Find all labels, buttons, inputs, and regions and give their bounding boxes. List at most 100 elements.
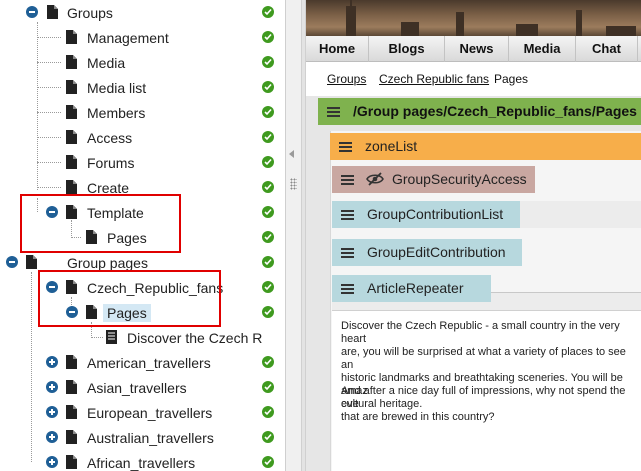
published-check-icon: [262, 306, 274, 318]
zone-list-bar[interactable]: zoneList: [330, 133, 641, 160]
article-repeater-content: Discover the Czech Republic - a small co…: [332, 292, 641, 471]
menu-icon[interactable]: [341, 175, 354, 185]
webpart-article-repeater[interactable]: ArticleRepeater: [332, 275, 491, 302]
published-check-icon: [262, 31, 274, 43]
collapse-toggle-icon[interactable]: [6, 256, 18, 268]
menu-icon[interactable]: [341, 248, 354, 258]
page-icon: [66, 430, 77, 444]
tree-item-discover-article[interactable]: Discover the Czech R: [0, 327, 285, 349]
menu-icon[interactable]: [327, 107, 340, 117]
nav-item-news[interactable]: News: [445, 36, 509, 62]
article-icon: [106, 330, 117, 344]
published-check-icon: [262, 81, 274, 93]
tree-item-media-list[interactable]: Media list: [0, 77, 285, 99]
nav-item-blogs[interactable]: Blogs: [369, 36, 445, 62]
tree-item-label: Members: [87, 105, 146, 121]
breadcrumb: Groups Czech Republic fans Pages: [306, 62, 641, 96]
expand-toggle-icon[interactable]: [46, 456, 58, 468]
menu-icon[interactable]: [341, 284, 354, 294]
expand-toggle-icon[interactable]: [46, 381, 58, 393]
published-check-icon: [262, 456, 274, 468]
tree-item-media[interactable]: Media: [0, 52, 285, 74]
article-paragraph-2: And after a nice day full of impressions…: [341, 385, 626, 423]
tree-item-management[interactable]: Management: [0, 27, 285, 49]
published-check-icon: [262, 206, 274, 218]
page-icon: [47, 5, 58, 19]
highlight-box-selected-pages: [38, 270, 221, 327]
published-check-icon: [262, 181, 274, 193]
published-check-icon: [262, 56, 274, 68]
published-check-icon: [262, 256, 274, 268]
webpart-label: ArticleRepeater: [367, 280, 464, 296]
published-check-icon: [262, 381, 274, 393]
tree-item-label: African_travellers: [87, 455, 196, 471]
tree-item-label: Forums: [87, 155, 135, 171]
page-icon: [26, 255, 37, 269]
highlight-box-template: [20, 194, 181, 253]
tree-item-label: Australian_travellers: [87, 430, 214, 446]
page-icon: [66, 355, 77, 369]
page-path-bar[interactable]: /Group pages/Czech_Republic_fans/Pages -: [318, 98, 641, 125]
tree-item-forums[interactable]: Forums: [0, 152, 285, 174]
webpart-label: GroupContributionList: [367, 206, 504, 222]
published-check-icon: [262, 156, 274, 168]
tree-item-african-travellers[interactable]: African_travellers: [0, 452, 285, 471]
page-path-label: /Group pages/Czech_Republic_fans/Pages -: [353, 103, 641, 119]
published-check-icon: [262, 6, 274, 18]
tree-item-asian-travellers[interactable]: Asian_travellers: [0, 377, 285, 399]
nav-item-home[interactable]: Home: [306, 36, 369, 62]
page-icon: [66, 130, 77, 144]
published-check-icon: [262, 281, 274, 293]
main-navigation: Home Blogs News Media Chat: [306, 36, 641, 62]
tree-item-label: Management: [87, 30, 169, 46]
nav-item-chat[interactable]: Chat: [576, 36, 638, 62]
page-icon: [66, 55, 77, 69]
page-icon: [66, 30, 77, 44]
tree-item-groups[interactable]: Groups: [0, 2, 285, 24]
expand-toggle-icon[interactable]: [46, 356, 58, 368]
webpart-group-contribution-list[interactable]: GroupContributionList: [332, 201, 520, 228]
tree-item-label: Discover the Czech R: [127, 330, 263, 346]
published-check-icon: [262, 131, 274, 143]
tree-item-label: Groups: [67, 5, 113, 21]
nav-item-media[interactable]: Media: [509, 36, 576, 62]
tree-item-american-travellers[interactable]: American_travellers: [0, 352, 285, 374]
zone-list-label: zoneList: [365, 138, 418, 154]
tree-item-label: Access: [87, 130, 133, 146]
published-check-icon: [262, 106, 274, 118]
expand-toggle-icon[interactable]: [46, 406, 58, 418]
menu-icon[interactable]: [341, 210, 354, 220]
tree-item-label: Asian_travellers: [87, 380, 187, 396]
page-icon: [66, 155, 77, 169]
page-icon: [66, 455, 77, 469]
expand-toggle-icon[interactable]: [46, 431, 58, 443]
tree-item-members[interactable]: Members: [0, 102, 285, 124]
tree-item-access[interactable]: Access: [0, 127, 285, 149]
webpart-group-security-access[interactable]: GroupSecurityAccess: [332, 166, 535, 193]
tree-item-european-travellers[interactable]: European_travellers: [0, 402, 285, 424]
menu-icon[interactable]: [339, 142, 352, 152]
panel-splitter[interactable]: [285, 0, 301, 471]
tree-item-label: American_travellers: [87, 355, 211, 371]
collapse-arrow-icon[interactable]: [289, 150, 294, 158]
page-icon: [66, 180, 77, 194]
page-icon: [66, 105, 77, 119]
tree-item-label: European_travellers: [87, 405, 213, 421]
header-banner-image: [306, 0, 641, 36]
published-check-icon: [262, 406, 274, 418]
page-preview: Home Blogs News Media Chat Groups Czech …: [306, 0, 641, 471]
tree-item-australian-travellers[interactable]: Australian_travellers: [0, 427, 285, 449]
breadcrumb-czech-republic-fans[interactable]: Czech Republic fans: [379, 72, 489, 86]
hidden-eye-icon: [366, 172, 384, 186]
page-icon: [66, 405, 77, 419]
grip-icon[interactable]: [290, 178, 297, 190]
collapse-toggle-icon[interactable]: [26, 6, 38, 18]
breadcrumb-current-pages: Pages: [494, 72, 529, 86]
content-tree: Groups Management Media Media list Membe…: [0, 0, 285, 471]
breadcrumb-groups[interactable]: Groups: [327, 72, 366, 86]
tree-item-label: Media list: [87, 80, 147, 96]
tree-item-label: Media: [87, 55, 126, 71]
webpart-group-edit-contribution[interactable]: GroupEditContribution: [332, 239, 522, 266]
published-check-icon: [262, 356, 274, 368]
webpart-label: GroupSecurityAccess: [392, 171, 527, 187]
